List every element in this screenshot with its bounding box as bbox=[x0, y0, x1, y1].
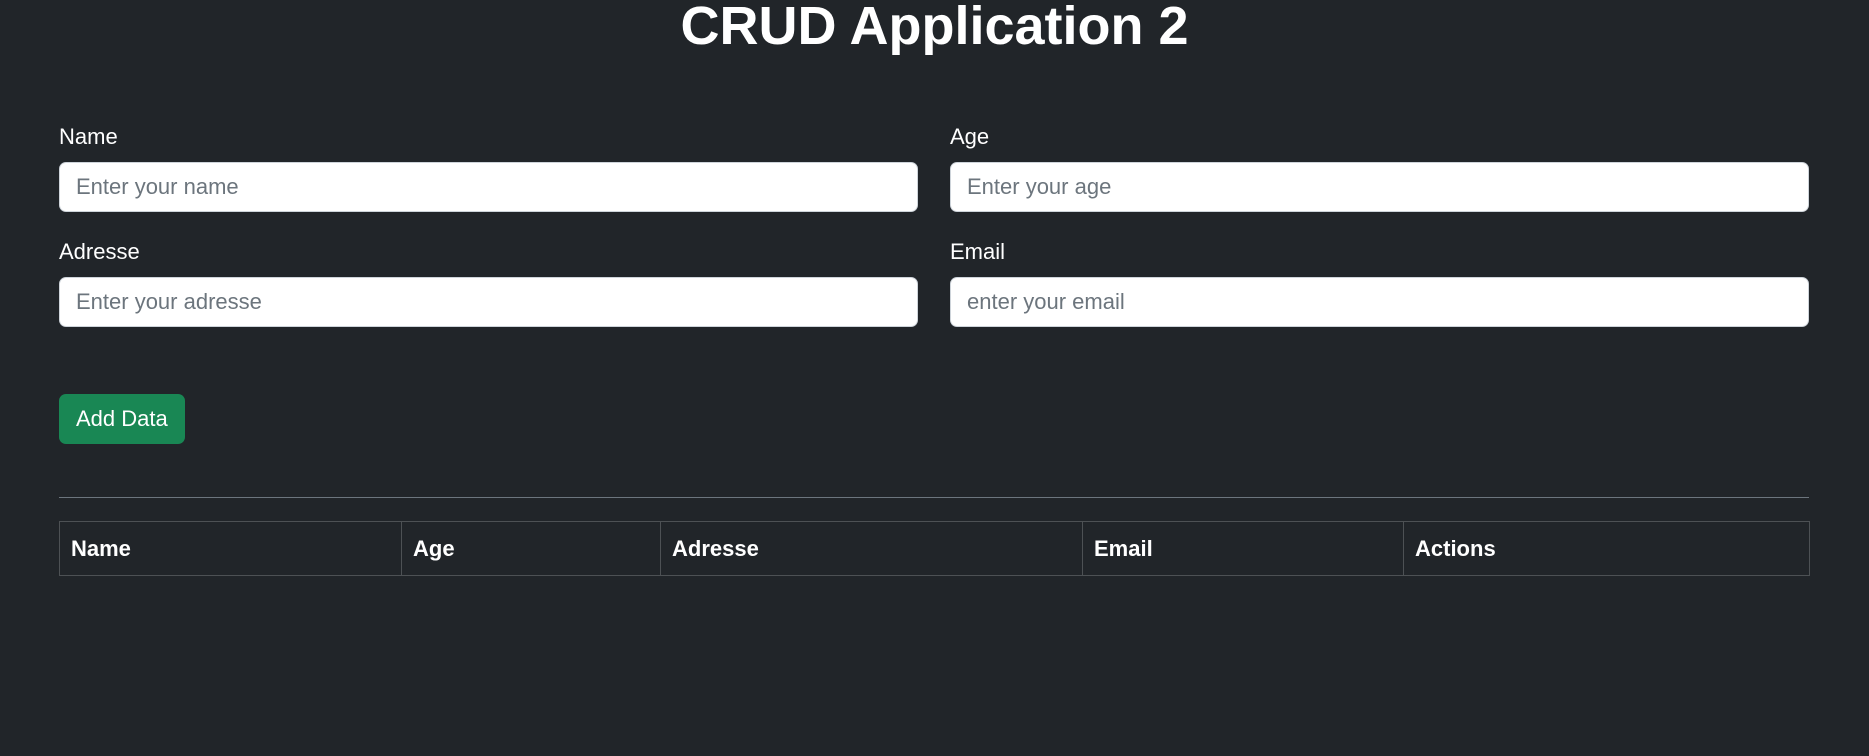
data-table: Name Age Adresse Email Actions bbox=[59, 521, 1810, 576]
email-field-group: Email bbox=[950, 238, 1809, 327]
column-header-email: Email bbox=[1082, 521, 1404, 576]
page-title: CRUD Application 2 bbox=[680, 0, 1189, 56]
adresse-label: Adresse bbox=[59, 239, 140, 264]
adresse-field-group: Adresse bbox=[59, 238, 918, 327]
name-field-group: Name bbox=[59, 123, 918, 212]
name-input[interactable] bbox=[59, 162, 918, 212]
age-label: Age bbox=[950, 124, 990, 149]
column-header-age: Age bbox=[401, 521, 661, 576]
email-input[interactable] bbox=[950, 277, 1809, 327]
column-header-adresse: Adresse bbox=[660, 521, 1083, 576]
divider bbox=[59, 497, 1809, 498]
email-label: Email bbox=[950, 239, 1006, 264]
age-input[interactable] bbox=[950, 162, 1809, 212]
name-label: Name bbox=[59, 124, 118, 149]
column-header-actions: Actions bbox=[1403, 521, 1810, 576]
column-header-name: Name bbox=[59, 521, 402, 576]
app-container: CRUD Application 2 Name Age Adresse Emai… bbox=[0, 0, 1869, 756]
table-header-row: Name Age Adresse Email Actions bbox=[59, 521, 1810, 576]
add-data-button[interactable]: Add Data bbox=[59, 394, 185, 444]
adresse-input[interactable] bbox=[59, 277, 918, 327]
age-field-group: Age bbox=[950, 123, 1809, 212]
